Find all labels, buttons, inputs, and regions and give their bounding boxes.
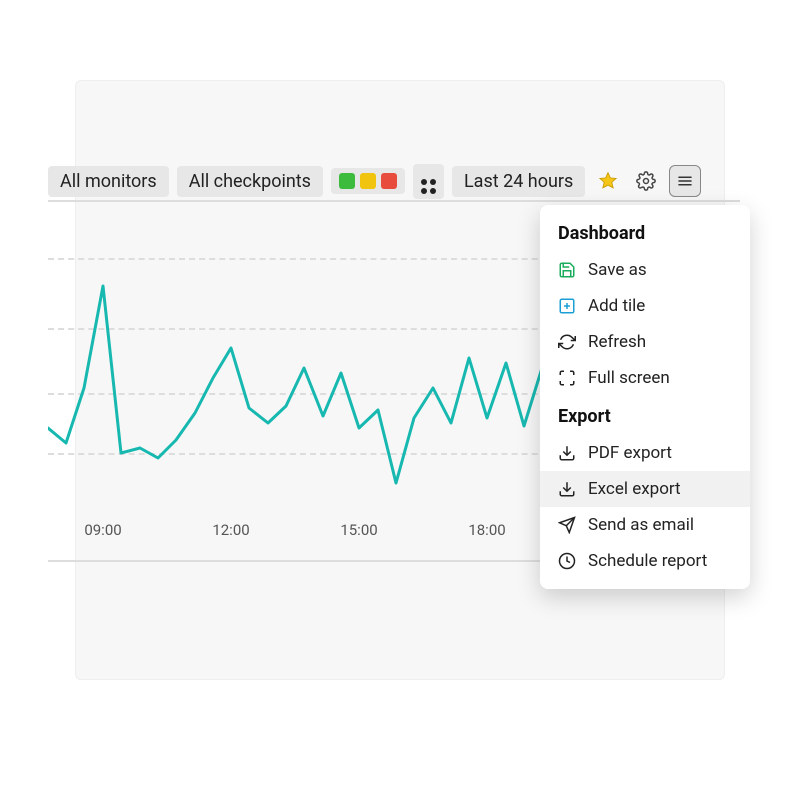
status-ok-icon xyxy=(339,173,355,189)
monitors-filter[interactable]: All monitors xyxy=(48,166,169,197)
toolbar: All monitors All checkpoints Last 24 hou… xyxy=(48,165,762,197)
menu-save-as[interactable]: Save as xyxy=(540,252,750,288)
menu-item-label: Send as email xyxy=(588,515,694,535)
menu-item-label: Refresh xyxy=(588,332,646,352)
layout-grid-button[interactable] xyxy=(413,164,444,199)
status-filter[interactable] xyxy=(331,168,405,194)
checkpoints-filter[interactable]: All checkpoints xyxy=(177,166,323,197)
menu-item-label: Excel export xyxy=(588,479,681,499)
favorite-button[interactable] xyxy=(593,166,623,196)
plus-square-icon xyxy=(558,297,576,315)
menu-excel-export[interactable]: Excel export xyxy=(540,471,750,507)
x-tick: 18:00 xyxy=(468,521,505,539)
status-error-icon xyxy=(381,173,397,189)
gear-icon xyxy=(636,171,656,191)
send-icon xyxy=(558,516,576,534)
menu-full-screen[interactable]: Full screen xyxy=(540,360,750,396)
menu-section-dashboard: Dashboard xyxy=(540,219,750,252)
menu-item-label: Full screen xyxy=(588,368,670,388)
menu-section-export: Export xyxy=(540,396,750,435)
menu-add-tile[interactable]: Add tile xyxy=(540,288,750,324)
x-tick: 12:00 xyxy=(212,521,249,539)
menu-item-label: Schedule report xyxy=(588,551,707,571)
toolbar-divider xyxy=(48,200,740,202)
fullscreen-icon xyxy=(558,369,576,387)
menu-item-label: Save as xyxy=(588,260,647,280)
star-icon xyxy=(598,171,618,191)
refresh-icon xyxy=(558,333,576,351)
hamburger-menu: Dashboard Save as Add tile Refresh Full … xyxy=(540,205,750,589)
menu-pdf-export[interactable]: PDF export xyxy=(540,435,750,471)
timerange-filter[interactable]: Last 24 hours xyxy=(452,166,585,197)
menu-refresh[interactable]: Refresh xyxy=(540,324,750,360)
x-tick: 15:00 xyxy=(340,521,377,539)
menu-button[interactable] xyxy=(669,165,701,197)
menu-item-label: PDF export xyxy=(588,443,672,463)
settings-button[interactable] xyxy=(631,166,661,196)
menu-item-label: Add tile xyxy=(588,296,645,316)
menu-schedule-report[interactable]: Schedule report xyxy=(540,543,750,579)
download-icon xyxy=(558,480,576,498)
clock-icon xyxy=(558,552,576,570)
grid-icon xyxy=(421,179,436,194)
chart-line xyxy=(48,258,578,518)
x-tick: 09:00 xyxy=(84,521,121,539)
download-icon xyxy=(558,444,576,462)
menu-send-email[interactable]: Send as email xyxy=(540,507,750,543)
save-icon xyxy=(558,261,576,279)
status-warn-icon xyxy=(360,173,376,189)
hamburger-icon xyxy=(676,172,694,190)
